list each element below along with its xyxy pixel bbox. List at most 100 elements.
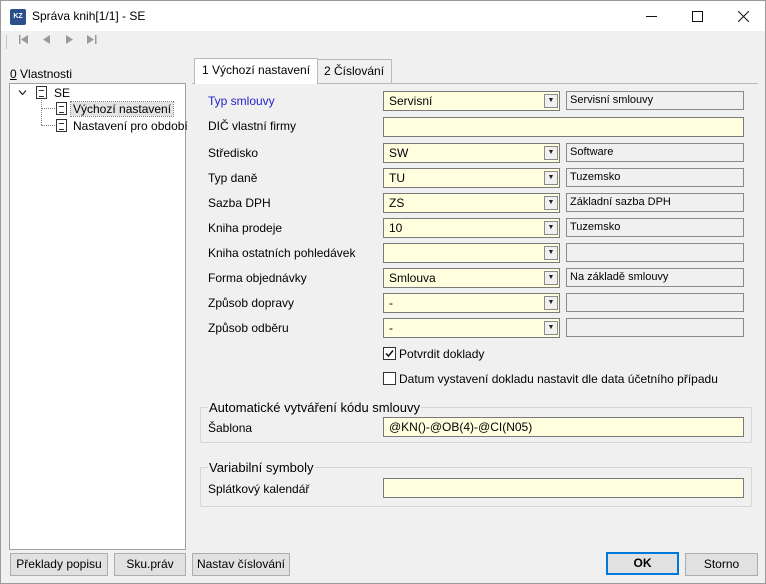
forma-objednavky-label: Forma objednávky	[208, 271, 307, 285]
dropdown-arrow-icon[interactable]: ▼	[544, 246, 558, 260]
variable-symbols-group-title: Variabilní symboly	[208, 460, 315, 475]
window-title: Správa knih[1/1] - SE	[32, 9, 146, 23]
tree-connector	[41, 100, 42, 125]
preklady-popisu-button[interactable]: Překlady popisu	[10, 553, 108, 576]
typ-dane-description: Tuzemsko	[566, 168, 744, 187]
dropdown-arrow-icon[interactable]: ▼	[544, 296, 558, 310]
forma-objednavky-description: Na základě smlouvy	[566, 268, 744, 287]
dropdown-arrow-icon[interactable]: ▼	[544, 196, 558, 210]
sazba-dph-value: ZS	[389, 196, 405, 210]
kniha-prodeje-combo[interactable]: 10 ▼	[383, 218, 560, 238]
tree-item-vychozi-nastaveni[interactable]: Výchozí nastavení	[69, 101, 175, 117]
zpusob-odberu-description	[566, 318, 744, 337]
document-icon	[56, 119, 67, 132]
sablona-field[interactable]: @KN()-@OB(4)-@CI(N05)	[383, 417, 744, 437]
previous-record-button[interactable]	[37, 34, 55, 50]
kniha-ostatnich-description	[566, 243, 744, 262]
sazba-dph-description: Základní sazba DPH	[566, 193, 744, 212]
splatkovy-kalendar-field[interactable]	[383, 478, 744, 498]
zpusob-odberu-value: -	[389, 321, 393, 335]
ok-button[interactable]: OK	[606, 552, 679, 575]
datum-vystaveni-checkbox[interactable]	[383, 372, 396, 385]
first-record-icon	[19, 35, 28, 44]
typ-smlouvy-combo[interactable]: Servisní ▼	[383, 91, 560, 111]
tree-item-label: Výchozí nastavení	[69, 101, 175, 117]
title-bar: KZ Správa knih[1/1] - SE	[1, 1, 765, 31]
maximize-button[interactable]	[674, 1, 720, 31]
collapse-toggle-icon[interactable]	[18, 88, 27, 97]
stredisko-description: Software	[566, 143, 744, 162]
zpusob-dopravy-label: Způsob dopravy	[208, 296, 295, 310]
dropdown-arrow-icon[interactable]: ▼	[544, 221, 558, 235]
zpusob-odberu-combo[interactable]: - ▼	[383, 318, 560, 338]
kniha-prodeje-description: Tuzemsko	[566, 218, 744, 237]
last-record-button[interactable]	[83, 34, 101, 50]
dropdown-arrow-icon[interactable]: ▼	[544, 171, 558, 185]
close-icon	[737, 10, 749, 22]
typ-smlouvy-description: Servisní smlouvy	[566, 91, 744, 110]
tab-vychozi-nastaveni[interactable]: 1 Výchozí nastavení	[194, 58, 319, 84]
nastav-cislovani-button[interactable]: Nastav číslování	[192, 553, 290, 576]
stredisko-combo[interactable]: SW ▼	[383, 143, 560, 163]
sazba-dph-label: Sazba DPH	[208, 196, 271, 210]
last-record-icon	[87, 35, 97, 44]
properties-tree[interactable]: SE Výchozí nastavení Nastavení pro obdob…	[9, 83, 188, 550]
sazba-dph-combo[interactable]: ZS ▼	[383, 193, 560, 213]
properties-label: 0 Vlastnosti	[10, 67, 72, 81]
kniha-ostatnich-label: Kniha ostatních pohledávek	[208, 246, 356, 260]
dropdown-arrow-icon[interactable]: ▼	[544, 146, 558, 160]
forma-objednavky-value: Smlouva	[389, 271, 436, 285]
kniha-prodeje-value: 10	[389, 221, 403, 235]
tree-connector	[41, 125, 55, 126]
potvrdit-doklady-label[interactable]: Potvrdit doklady	[399, 347, 484, 361]
tree-item-nastaveni-pro-obdobi[interactable]: Nastavení pro období	[73, 118, 188, 134]
sablona-label: Šablona	[208, 421, 253, 435]
typ-smlouvy-label: Typ smlouvy	[208, 94, 275, 108]
dropdown-arrow-icon[interactable]: ▼	[544, 94, 558, 108]
kniha-ostatnich-combo[interactable]: ▼	[383, 243, 560, 263]
next-record-icon	[66, 35, 73, 44]
app-icon: KZ	[10, 9, 26, 25]
typ-dane-label: Typ daně	[208, 171, 258, 185]
zpusob-dopravy-value: -	[389, 296, 393, 310]
tree-root-se[interactable]: SE	[54, 85, 70, 101]
zpusob-dopravy-description	[566, 293, 744, 312]
kniha-prodeje-label: Kniha prodeje	[208, 221, 283, 235]
datum-vystaveni-label[interactable]: Datum vystavení dokladu nastavit dle dat…	[399, 372, 718, 386]
dic-field[interactable]	[383, 117, 744, 137]
zpusob-dopravy-combo[interactable]: - ▼	[383, 293, 560, 313]
first-record-button[interactable]	[15, 34, 33, 50]
minimize-button[interactable]	[628, 1, 674, 31]
document-icon	[56, 102, 67, 115]
storno-button[interactable]: Storno	[685, 553, 758, 576]
document-icon	[36, 86, 47, 99]
typ-smlouvy-value: Servisní	[389, 94, 433, 108]
dialog-window: KZ Správa knih[1/1] - SE 0 Vlastnosti SE…	[0, 0, 766, 584]
zpusob-odberu-label: Způsob odběru	[208, 321, 289, 335]
close-button[interactable]	[720, 1, 766, 31]
splatkovy-kalendar-label: Splátkový kalendář	[208, 482, 310, 496]
toolbar-grip	[6, 35, 7, 49]
typ-dane-value: TU	[389, 171, 405, 185]
forma-objednavky-combo[interactable]: Smlouva ▼	[383, 268, 560, 288]
auto-code-group-title: Automatické vytváření kódu smlouvy	[208, 400, 421, 415]
stredisko-label: Středisko	[208, 146, 259, 160]
tab-cislovani[interactable]: 2 Číslování	[316, 59, 393, 83]
dropdown-arrow-icon[interactable]: ▼	[544, 321, 558, 335]
maximize-icon	[691, 10, 703, 22]
sku-prav-button[interactable]: Sku.práv	[114, 553, 186, 576]
dropdown-arrow-icon[interactable]: ▼	[544, 271, 558, 285]
previous-record-icon	[43, 35, 50, 44]
properties-label-text: Vlastnosti	[16, 67, 73, 81]
tree-connector	[41, 108, 55, 109]
dic-label: DIČ vlastní firmy	[208, 119, 297, 133]
sablona-value: @KN()-@OB(4)-@CI(N05)	[389, 420, 533, 434]
minimize-icon	[645, 15, 657, 17]
properties-label-hotkey: 0	[10, 67, 17, 81]
potvrdit-doklady-checkbox[interactable]	[383, 347, 396, 360]
record-navigation-toolbar	[1, 31, 765, 53]
stredisko-value: SW	[389, 146, 409, 160]
next-record-button[interactable]	[61, 34, 79, 50]
typ-dane-combo[interactable]: TU ▼	[383, 168, 560, 188]
checkmark-icon	[385, 350, 394, 358]
